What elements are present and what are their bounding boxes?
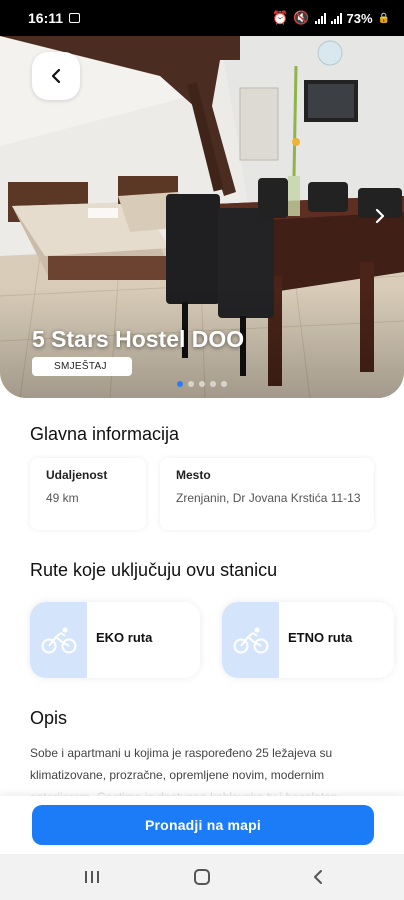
recent-apps-button[interactable] [80,866,104,888]
carousel-dot[interactable] [210,381,216,387]
route-label: EKO ruta [96,630,153,645]
recent-apps-icon [85,871,99,883]
mute-icon: 🔇 [293,10,310,25]
location-value: Zrenjanin, Dr Jovana Krstića 11-13 [176,491,361,505]
alarm-icon: ⏰ [272,10,289,25]
gallery-notification-icon [69,13,81,23]
carousel-dot[interactable] [188,381,194,387]
carousel-dot[interactable] [221,381,227,387]
main-info-heading: Glavna informacija [30,424,180,444]
location-label: Mesto [176,468,211,482]
battery-level: 73% [346,10,373,26]
route-label: ETNO ruta [288,630,353,645]
status-bar: 16:11 ⏰ 🔇 73% 🔒 [0,0,404,36]
find-on-map-button[interactable]: Pronadji na mapi [32,805,374,845]
hero-image-carousel[interactable]: 5 Stars Hostel DOO SMJEŠTAJ [0,36,404,398]
signal-icon [314,12,326,24]
system-nav-bar [0,854,404,900]
routes-heading: Rute koje uključuju ovu stanicu [30,560,278,580]
system-back-button[interactable] [306,866,330,888]
back-button[interactable] [32,52,80,100]
route-icon-box [222,602,279,678]
distance-card: Udaljenost 49 km [30,458,146,530]
distance-value: 49 km [46,491,79,505]
carousel-dot[interactable] [199,381,205,387]
description-heading: Opis [30,708,68,728]
signal-icon-2 [330,12,342,24]
chevron-left-icon [51,68,61,84]
distance-label: Udaljenost [46,468,108,482]
carousel-dot[interactable] [177,381,183,387]
location-card: Mesto Zrenjanin, Dr Jovana Krstića 11-13 [160,458,374,530]
status-time: 16:11 [28,10,64,26]
bicycle-icon [41,627,76,654]
place-title: 5 Stars Hostel DOO [32,326,245,352]
chevron-right-icon [375,208,385,224]
home-button[interactable] [190,866,214,888]
bottom-action-bar: Pronadji na mapi [0,796,404,854]
lock-icon: 🔒 [377,12,390,24]
back-arrow-icon [314,870,322,884]
route-card-eko[interactable]: EKO ruta [30,602,200,678]
route-icon-box [30,602,87,678]
category-badge: SMJEŠTAJ [32,357,132,376]
bicycle-icon [233,627,268,654]
home-icon [194,869,210,885]
route-card-etno[interactable]: ETNO ruta [222,602,394,678]
next-image-button[interactable] [370,204,390,228]
carousel-indicator [0,381,404,387]
